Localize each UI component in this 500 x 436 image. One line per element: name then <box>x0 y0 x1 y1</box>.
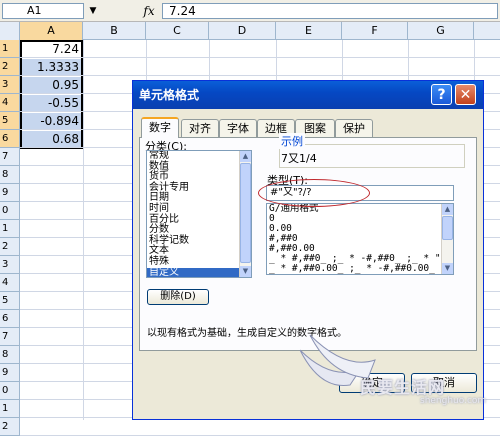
column-header-c[interactable]: C <box>146 22 209 40</box>
row-header[interactable]: 1 <box>0 220 20 238</box>
sample-label: 示例 <box>279 133 305 149</box>
watermark-text: 民要生活网 <box>360 378 446 397</box>
help-button[interactable]: ? <box>431 84 452 105</box>
column-header-a[interactable]: A <box>20 22 83 40</box>
grid-line <box>20 75 500 76</box>
cell-a1[interactable]: 7.24 <box>21 41 82 58</box>
type-list-item[interactable]: _ * #,##0.00_ ;_ * -#,##0.00_ ; <box>267 264 453 274</box>
scroll-up-icon[interactable]: ▲ <box>240 151 251 162</box>
scroll-thumb[interactable] <box>442 216 453 240</box>
scroll-up-icon[interactable]: ▲ <box>442 204 453 215</box>
scroll-thumb[interactable] <box>240 163 251 263</box>
column-header-f[interactable]: F <box>342 22 408 40</box>
row-header[interactable]: 2 <box>0 58 20 76</box>
type-input[interactable]: #"又"?/? <box>266 185 454 201</box>
close-button[interactable]: ✕ <box>455 84 476 105</box>
delete-button[interactable]: 删除(D) <box>147 289 209 305</box>
category-item[interactable]: 常规 <box>147 151 251 162</box>
row-header[interactable]: 1 <box>0 40 20 58</box>
hint-text: 以现有格式为基础，生成自定义的数字格式。 <box>147 328 347 339</box>
cell-a5[interactable]: -0.894 <box>21 113 82 130</box>
cell-a4[interactable]: -0.55 <box>21 95 82 112</box>
row-header[interactable]: 4 <box>0 274 20 292</box>
column-header-e[interactable]: E <box>276 22 342 40</box>
category-scrollbar[interactable]: ▲ ▼ <box>239 151 251 277</box>
tab-font[interactable]: 字体 <box>219 119 257 137</box>
tab-alignment[interactable]: 对齐 <box>181 119 219 137</box>
scroll-down-icon[interactable]: ▼ <box>442 263 453 274</box>
formula-input[interactable]: 7.24 <box>162 3 498 19</box>
row-header[interactable]: 8 <box>0 166 20 184</box>
row-header[interactable]: 8 <box>0 346 20 364</box>
row-header[interactable]: 1 <box>0 400 20 418</box>
tab-number[interactable]: 数字 <box>141 117 179 138</box>
category-list[interactable]: 常规 数值 货币 会计专用 日期 时间 百分比 分数 科学记数 文本 特殊 自定… <box>146 150 252 278</box>
format-cells-dialog: 单元格格式 ? ✕ 数字 对齐 字体 边框 图案 保护 分类(C): 常规 数值… <box>132 80 484 420</box>
row-header[interactable]: 7 <box>0 328 20 346</box>
row-header[interactable]: 7 <box>0 148 20 166</box>
fx-icon[interactable]: fx <box>140 3 158 19</box>
type-scrollbar[interactable]: ▲ ▼ <box>441 204 453 274</box>
tab-protection[interactable]: 保护 <box>335 119 373 137</box>
row-header[interactable]: 3 <box>0 76 20 94</box>
row-header[interactable]: 0 <box>0 202 20 220</box>
category-item-selected[interactable]: 自定义 <box>147 267 251 277</box>
column-header-g[interactable]: G <box>408 22 474 40</box>
column-header-b[interactable]: B <box>83 22 146 40</box>
name-box-dropdown-icon[interactable]: ▼ <box>86 4 100 18</box>
row-header[interactable]: 9 <box>0 184 20 202</box>
category-item[interactable]: 时间 <box>147 203 251 215</box>
row-header[interactable]: 3 <box>0 256 20 274</box>
row-header[interactable]: 9 <box>0 364 20 382</box>
row-header[interactable]: 0 <box>0 382 20 400</box>
type-list-item[interactable]: G/通用格式 <box>267 204 453 214</box>
row-header[interactable]: 6 <box>0 130 20 148</box>
cell-a3[interactable]: 0.95 <box>21 77 82 94</box>
row-header[interactable]: 2 <box>0 418 20 436</box>
scroll-down-icon[interactable]: ▼ <box>240 266 251 277</box>
category-item[interactable]: 特殊 <box>147 256 251 268</box>
name-box[interactable]: A1 <box>2 3 84 19</box>
row-header[interactable]: 6 <box>0 310 20 328</box>
cell-a6[interactable]: 0.68 <box>21 131 82 148</box>
formula-bar: A1 ▼ fx 7.24 <box>0 0 500 22</box>
type-list-item[interactable]: 0 <box>267 214 453 224</box>
type-list[interactable]: G/通用格式 0 0.00 #,##0 #,##0.00 _ * #,##0_ … <box>266 203 454 275</box>
cell-a2[interactable]: 1.3333 <box>21 59 82 76</box>
watermark-url: shenghuo.com <box>420 396 487 406</box>
column-header-row: A B C D E F G <box>0 22 500 40</box>
sample-value: 7又1/4 <box>281 152 317 165</box>
column-header-d[interactable]: D <box>209 22 276 40</box>
grid-line <box>20 57 500 58</box>
select-all-corner[interactable] <box>0 22 20 40</box>
row-header[interactable]: 5 <box>0 112 20 130</box>
row-header[interactable]: 2 <box>0 238 20 256</box>
row-header[interactable]: 4 <box>0 94 20 112</box>
row-header[interactable]: 5 <box>0 292 20 310</box>
